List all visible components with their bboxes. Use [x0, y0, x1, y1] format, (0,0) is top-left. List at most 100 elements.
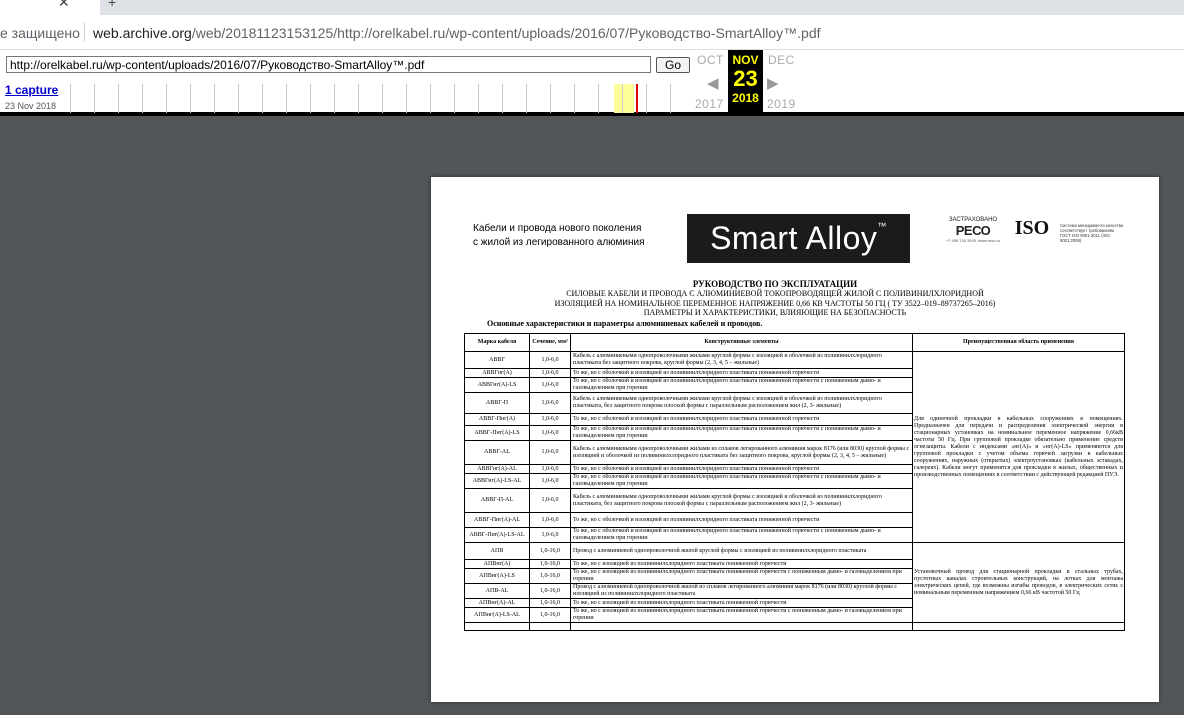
row-elements: То же, но с оболочкой и изоляцией из пол…	[570, 377, 913, 393]
next-year[interactable]: 2019	[767, 97, 796, 111]
current-month: NOV	[732, 53, 759, 67]
row-brand: АВВГ	[464, 351, 530, 369]
sparkline-year-tick	[262, 84, 263, 113]
wayback-url-input[interactable]: http://orelkabel.ru/wp-content/uploads/2…	[6, 56, 651, 73]
address-bar[interactable]: е защищено web.archive.org/web/201811231…	[0, 15, 1184, 50]
row-elements: То же, но с оболочкой и изоляцией из пол…	[570, 512, 913, 528]
sparkline-year-tick	[70, 84, 71, 113]
row-elements: То же, но с изоляцией из поливинилхлорид…	[570, 607, 913, 623]
row-section: 1,0-16,0	[529, 607, 571, 623]
empty-cell	[570, 622, 913, 631]
row-brand: АВВГ-П	[464, 392, 530, 414]
sparkline-year-tick	[478, 84, 479, 113]
application-cables: Для одиночной прокладки в кабельных соор…	[912, 351, 1125, 543]
empty-cell	[529, 622, 571, 631]
sparkline-year-tick	[286, 84, 287, 113]
row-elements: То же, но с изоляцией из поливинилхлорид…	[570, 568, 913, 584]
row-section: 1,0-6,0	[529, 392, 571, 414]
sparkline-year-tick	[142, 84, 143, 113]
row-elements: То же, но с оболочкой и изоляцией из пол…	[570, 527, 913, 543]
row-section: 1,0-16,0	[529, 568, 571, 584]
row-section: 1,0-6,0	[529, 473, 571, 489]
row-elements: То же, но с оболочкой и изоляцией из пол…	[570, 413, 913, 426]
row-elements: То же, но с оболочкой и изоляцией из пол…	[570, 464, 913, 474]
document-subtitle-1: СИЛОВЫЕ КАБЕЛИ И ПРОВОДА С АЛЮМИНИЕВОЙ Т…	[566, 289, 984, 298]
row-section: 1,0-6,0	[529, 425, 571, 441]
smart-alloy-logo: Smart Alloy™	[687, 214, 910, 263]
empty-cell	[912, 622, 1125, 631]
logo-text: Smart Alloy	[710, 220, 878, 256]
url-host: web.archive.org	[93, 25, 192, 41]
sparkline-year-tick	[550, 84, 551, 113]
prev-month[interactable]: OCT	[697, 53, 724, 67]
document-tagline: Кабели и провода нового поколения с жило…	[473, 222, 645, 250]
table-row-empty	[464, 622, 1125, 631]
sparkline-year-tick	[502, 84, 503, 113]
section-title: Основные характеристики и параметры алюм…	[487, 319, 763, 328]
tab-close-icon[interactable]: ✕	[58, 0, 70, 11]
row-section: 1,0-16,0	[529, 542, 571, 560]
row-section: 1,0-6,0	[529, 368, 571, 378]
col-header-elements: Конструктивные элементы	[570, 333, 913, 352]
row-brand: АВВГнг(А)-LS-AL	[464, 473, 530, 489]
iso-note: Система менеджмента качества соответству…	[1060, 223, 1124, 243]
capture-sparkline[interactable]	[68, 84, 694, 113]
go-button[interactable]: Go	[656, 57, 690, 73]
sparkline-year-tick	[598, 84, 599, 113]
current-year: 2018	[732, 91, 759, 105]
row-elements: То же, но с оболочкой и изоляцией из пол…	[570, 425, 913, 441]
row-brand: АВВГ-Пнг(А)-AL	[464, 512, 530, 528]
reso-name: РЕСО	[955, 223, 991, 238]
row-brand: АВВГ-П-AL	[464, 488, 530, 513]
row-brand: АПВнг(А)-AL	[464, 598, 530, 608]
table-row: АПВ 1,0-16,0 Провод с алюминиевой однопров…	[464, 542, 1125, 623]
row-elements: Кабель с алюминиевыми однопроволочными ж…	[570, 440, 913, 465]
sparkline-year-tick	[526, 84, 527, 113]
sparkline-year-tick	[118, 84, 119, 113]
row-section: 1,0-6,0	[529, 488, 571, 513]
sparkline-year-tick	[430, 84, 431, 113]
row-elements: Кабель с алюминиевыми однопроволочными ж…	[570, 392, 913, 414]
row-brand: АПВ	[464, 542, 530, 560]
row-brand: АВВГнг(А)-LS	[464, 377, 530, 393]
sparkline-year-tick	[238, 84, 239, 113]
sparkline-year-tick	[334, 84, 335, 113]
current-capture-date: NOV 23 2018	[728, 50, 763, 116]
prev-arrow-icon[interactable]: ◀	[707, 74, 719, 92]
col-header-application: Преимущественная область применения	[912, 333, 1125, 352]
document-headings: РУКОВОДСТВО ПО ЭКСПЛУАТАЦИИ СИЛОВЫЕ КАБЕ…	[431, 279, 1159, 318]
wayback-toolbar: http://orelkabel.ru/wp-content/uploads/2…	[0, 50, 1184, 116]
next-arrow-icon[interactable]: ▶	[767, 74, 779, 92]
document-title: РУКОВОДСТВО ПО ЭКСПЛУАТАЦИИ	[692, 279, 858, 289]
tagline-line-1: Кабели и провода нового поколения	[473, 223, 642, 234]
row-section: 1,0-6,0	[529, 377, 571, 393]
document-subtitle-2: ИЗОЛЯЦИЕЙ НА НОМИНАЛЬНОЕ ПЕРЕМЕННОЕ НАПР…	[554, 298, 996, 308]
tab-strip: ✕ +	[0, 0, 1184, 15]
document-subtitle-3: ПАРАМЕТРЫ И ХАРАКТЕРИСТИКИ, ВЛИЯЮЩИЕ НА …	[643, 308, 907, 317]
row-elements: То же, но с оболочкой и изоляцией из пол…	[570, 473, 913, 489]
browser-tab[interactable]: ✕	[0, 0, 100, 15]
row-elements: То же, но с оболочкой и изоляцией из пол…	[570, 368, 913, 378]
sparkline-year-tick	[94, 84, 95, 113]
new-tab-icon[interactable]: +	[108, 0, 116, 10]
table-row: АВВГ 1,0-6,0 Кабель с алюминиевыми однопро…	[464, 351, 1125, 543]
pdf-page: Кабели и провода нового поколения с жило…	[431, 177, 1159, 702]
row-brand: АВВГ-Пнг(А)-LS-AL	[464, 527, 530, 543]
sparkline-year-tick	[310, 84, 311, 113]
sparkline-year-tick	[190, 84, 191, 113]
captures-link[interactable]: 1 capture	[5, 83, 58, 97]
prev-year[interactable]: 2017	[695, 97, 724, 111]
sparkline-year-tick	[358, 84, 359, 113]
sparkline-year-tick	[382, 84, 383, 113]
next-month[interactable]: DEC	[768, 53, 795, 67]
capture-date: 23 Nov 2018	[5, 101, 57, 111]
row-brand: АВВГ-Пнг(А)-LS	[464, 425, 530, 441]
sparkline-capture-marker	[636, 84, 638, 113]
cable-specs-table: Марка кабеля Сечение, мм² Конструктивные…	[464, 333, 1125, 631]
sparkline-year-tick	[646, 84, 647, 113]
row-section: 1,0-6,0	[529, 464, 571, 474]
address-url[interactable]: web.archive.org/web/20181123153125/http:…	[93, 25, 821, 41]
iso-logo: ISO	[1014, 217, 1050, 239]
row-section: 1,0-16,0	[529, 559, 571, 569]
security-label[interactable]: е защищено	[0, 25, 80, 41]
